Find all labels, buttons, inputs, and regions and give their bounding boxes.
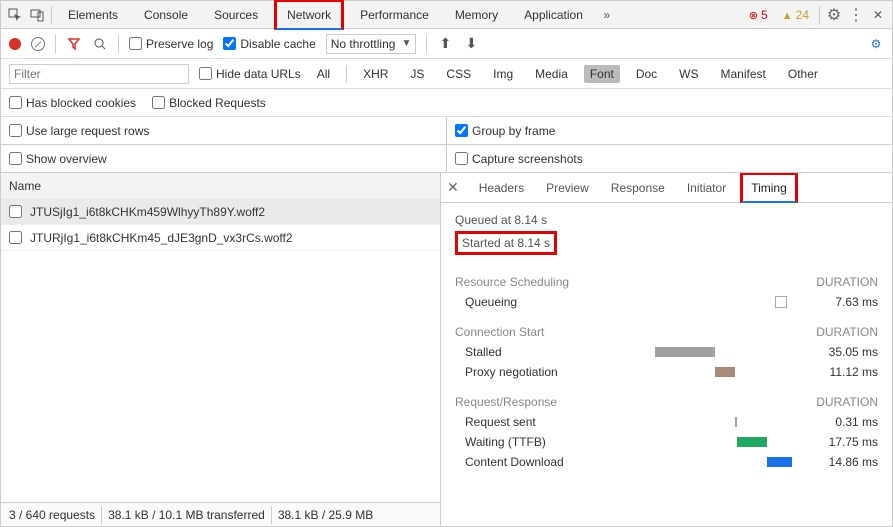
download-har-icon[interactable]: ⬇ <box>463 36 479 52</box>
request-list: Name JTUSjIg1_i6t8kCHKm459WlhyyTh89Y.wof… <box>1 173 441 526</box>
network-settings-row: Use large request rows Group by frame <box>1 117 892 145</box>
type-doc[interactable]: Doc <box>630 65 663 83</box>
settings-gear-icon[interactable]: ⚙ <box>868 36 884 52</box>
filter-bar: Hide data URLs All XHR JS CSS Img Media … <box>1 59 892 89</box>
device-icon[interactable] <box>29 7 45 23</box>
table-row[interactable]: JTUSjIg1_i6t8kCHKm459WlhyyTh89Y.woff2 <box>1 199 440 225</box>
filter-input[interactable] <box>9 64 189 84</box>
type-css[interactable]: CSS <box>440 65 477 83</box>
disable-cache-checkbox[interactable]: Disable cache <box>223 37 315 51</box>
devtools-top-toolbar: Elements Console Sources Network Perform… <box>1 1 892 29</box>
section-request-response: Request/ResponseDURATION <box>455 395 878 409</box>
separator <box>51 6 52 24</box>
tab-headers[interactable]: Headers <box>471 175 532 201</box>
phase-content-download: Content Download 14.86 ms <box>455 455 878 469</box>
kebab-icon[interactable]: ⋮ <box>848 7 864 23</box>
tab-network[interactable]: Network <box>274 0 344 30</box>
separator <box>346 65 347 83</box>
has-blocked-cookies-checkbox[interactable]: Has blocked cookies <box>9 96 136 110</box>
throttling-select[interactable]: No throttling▼ <box>326 34 417 54</box>
record-button[interactable] <box>9 38 21 50</box>
separator <box>819 6 820 24</box>
tab-performance[interactable]: Performance <box>350 2 439 28</box>
inspect-icon[interactable] <box>7 7 23 23</box>
close-icon[interactable]: ✕ <box>870 7 886 23</box>
section-resource-scheduling: Resource SchedulingDURATION <box>455 275 878 289</box>
timing-panel: Queued at 8.14 s Started at 8.14 s Resou… <box>441 203 892 526</box>
close-detail-icon[interactable]: ✕ <box>447 179 459 196</box>
tab-initiator[interactable]: Initiator <box>679 175 734 201</box>
tab-application[interactable]: Application <box>514 2 593 28</box>
type-ws[interactable]: WS <box>673 65 704 83</box>
warning-count-badge[interactable]: ▲ 24 <box>778 8 813 22</box>
gear-icon[interactable]: ⚙ <box>826 7 842 23</box>
type-other[interactable]: Other <box>782 65 824 83</box>
tab-elements[interactable]: Elements <box>58 2 128 28</box>
large-rows-checkbox[interactable]: Use large request rows <box>9 124 149 138</box>
tab-console[interactable]: Console <box>134 2 198 28</box>
network-settings-row-2: Show overview Capture screenshots <box>1 145 892 173</box>
tab-sources[interactable]: Sources <box>204 2 268 28</box>
type-media[interactable]: Media <box>529 65 574 83</box>
more-tabs-icon[interactable]: » <box>599 7 615 23</box>
type-manifest[interactable]: Manifest <box>715 65 772 83</box>
network-toolbar: Preserve log Disable cache No throttling… <box>1 29 892 59</box>
status-transferred: 38.1 kB / 10.1 MB transferred <box>108 508 265 522</box>
separator <box>101 506 102 524</box>
name-column-header[interactable]: Name <box>1 173 440 199</box>
status-resources: 38.1 kB / 25.9 MB <box>278 508 373 522</box>
group-by-frame-checkbox[interactable]: Group by frame <box>455 124 555 138</box>
phase-stalled: Stalled 35.05 ms <box>455 345 878 359</box>
separator <box>55 35 56 53</box>
status-bar: 3 / 640 requests 38.1 kB / 10.1 MB trans… <box>1 502 440 526</box>
error-count-badge[interactable]: ⊗ 5 <box>745 8 772 22</box>
queued-at: Queued at 8.14 s <box>455 213 878 227</box>
filter-toggle-icon[interactable] <box>66 36 82 52</box>
blocked-requests-checkbox[interactable]: Blocked Requests <box>152 96 266 110</box>
type-js[interactable]: JS <box>404 65 430 83</box>
table-row[interactable]: JTURjIg1_i6t8kCHKm45_dJE3gnD_vx3rCs.woff… <box>1 225 440 251</box>
row-checkbox[interactable] <box>9 231 22 244</box>
type-img[interactable]: Img <box>487 65 519 83</box>
phase-ttfb: Waiting (TTFB) 17.75 ms <box>455 435 878 449</box>
section-connection-start: Connection StartDURATION <box>455 325 878 339</box>
status-requests: 3 / 640 requests <box>9 508 95 522</box>
phase-request-sent: Request sent 0.31 ms <box>455 415 878 429</box>
phase-queueing: Queueing 7.63 ms <box>455 295 878 309</box>
main-area: Name JTUSjIg1_i6t8kCHKm459WlhyyTh89Y.wof… <box>1 173 892 526</box>
tab-memory[interactable]: Memory <box>445 2 508 28</box>
separator <box>426 35 427 53</box>
capture-screenshots-checkbox[interactable]: Capture screenshots <box>455 152 583 166</box>
preserve-log-checkbox[interactable]: Preserve log <box>129 37 213 51</box>
upload-har-icon[interactable]: ⬆ <box>437 36 453 52</box>
phase-proxy: Proxy negotiation 11.12 ms <box>455 365 878 379</box>
hide-data-urls-checkbox[interactable]: Hide data URLs <box>199 67 301 81</box>
tab-response[interactable]: Response <box>603 175 673 201</box>
blocked-bar: Has blocked cookies Blocked Requests <box>1 89 892 117</box>
tab-preview[interactable]: Preview <box>538 175 597 201</box>
tab-timing[interactable]: Timing <box>740 173 798 203</box>
detail-tabs: ✕ Headers Preview Response Initiator Tim… <box>441 173 892 203</box>
separator <box>118 35 119 53</box>
search-icon[interactable] <box>92 36 108 52</box>
type-xhr[interactable]: XHR <box>357 65 394 83</box>
type-font[interactable]: Font <box>584 65 620 83</box>
separator <box>271 506 272 524</box>
request-detail: ✕ Headers Preview Response Initiator Tim… <box>441 173 892 526</box>
clear-button[interactable] <box>31 37 45 51</box>
show-overview-checkbox[interactable]: Show overview <box>9 152 107 166</box>
row-checkbox[interactable] <box>9 205 22 218</box>
type-all[interactable]: All <box>311 65 336 83</box>
started-at: Started at 8.14 s <box>455 231 557 255</box>
